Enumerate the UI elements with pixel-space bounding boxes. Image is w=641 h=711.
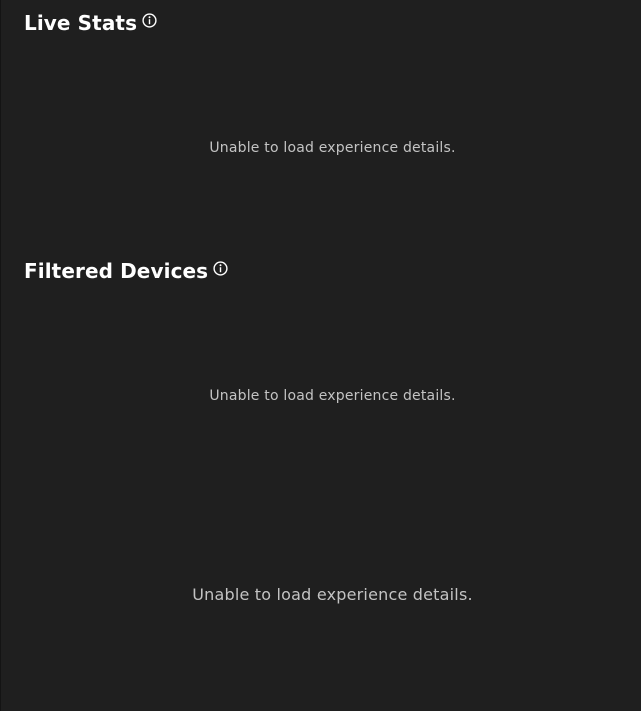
info-circle-icon[interactable] [142, 13, 157, 28]
panel-left-border [0, 0, 1, 711]
bottom-panel-error-message: Unable to load experience details. [192, 585, 473, 604]
filtered-devices-title: Filtered Devices [24, 259, 209, 283]
info-circle-icon[interactable] [213, 261, 228, 276]
live-stats-header: Live Stats [24, 11, 157, 35]
filtered-devices-header: Filtered Devices [24, 259, 228, 283]
live-stats-error-message: Unable to load experience details. [209, 140, 456, 156]
live-stats-title: Live Stats [24, 11, 138, 35]
filtered-devices-error-message: Unable to load experience details. [209, 388, 456, 404]
